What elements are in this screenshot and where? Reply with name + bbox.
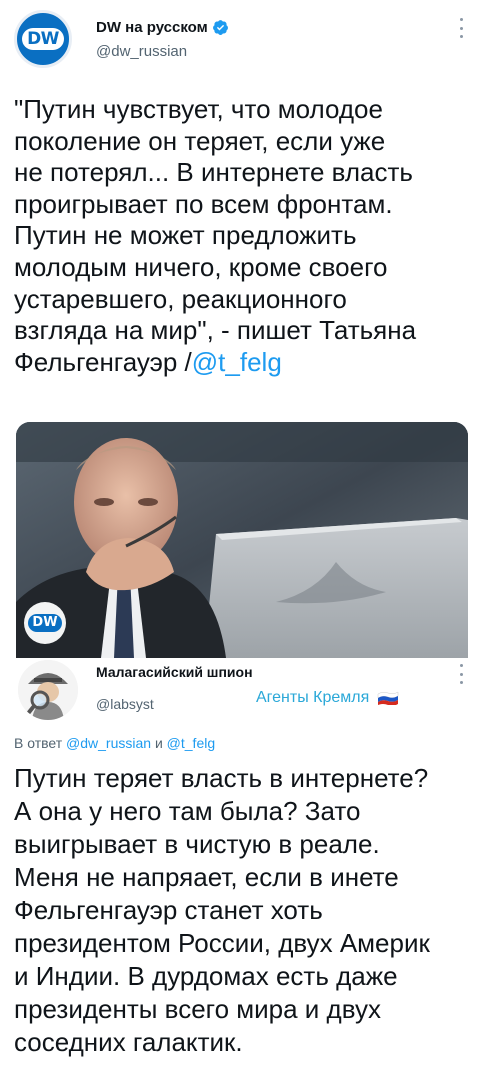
spy-avatar-icon [18,660,78,720]
tweet-text-prefix: Фельгенгауэр / [14,346,192,377]
dw-watermark: DW [24,602,66,644]
tweet-photo[interactable]: DW [16,422,468,658]
mention-link[interactable]: @t_felg [192,347,282,377]
mention-link[interactable]: @t_felg [167,735,215,751]
account-label-text: Агенты Кремля [256,689,370,706]
verified-badge-icon [212,20,228,35]
reply-header: Малагасийский шпион @labsyst Агенты Крем… [14,658,470,724]
avatar[interactable] [18,660,78,720]
dw-watermark-text: DW [28,614,62,632]
author-handle[interactable]: @dw_russian [96,43,187,60]
tweet-text-line: взгляда на мир", - пишет Татьяна [14,315,417,346]
tweet-text: "Путин чувствует, что молодое поколение … [14,94,470,378]
replying-to-prefix: В ответ [14,735,63,751]
tweet-text-line: проигрывает по всем фронтам. [14,188,393,219]
tweet-text-line-last: Фельгенгауэр /@t_felg [14,347,282,377]
author-name-row: DW на русском [96,19,229,36]
more-options-icon[interactable] [452,18,470,38]
reply-author-name[interactable]: Малагасийский шпион [96,664,253,680]
account-label[interactable]: Агенты Кремля [256,689,399,707]
reply-text: Путин теряет власть в интернете? А она у… [14,763,430,1057]
author-display-name[interactable]: DW на русском [96,19,208,36]
mention-link[interactable]: @dw_russian [66,735,151,751]
tweet-text-line: поколение он теряет, если уже [14,125,386,156]
tweet-text-line: молодым ничего, кроме своего [14,251,388,282]
photo-man-at-laptop [16,422,468,658]
avatar[interactable]: DW [14,10,72,68]
tweet-text-line: Путин не может предложить [14,220,357,251]
more-options-icon[interactable] [452,664,470,684]
dw-logo-icon: DW [22,28,64,50]
replying-to: В ответ @dw_russian и @t_felg [14,735,215,751]
tweet-text-line: не потерял... В интернете власть [14,157,413,188]
russia-flag-icon [378,691,399,705]
reply-author-handle[interactable]: @labsyst [96,696,154,712]
tweet-text-line: "Путин чувствует, что молодое [14,94,383,124]
replying-to-and: и [154,735,163,751]
tweet-header: DW DW на русском @dw_russian [14,10,470,70]
tweet-text-line: устаревшего, реакционного [14,283,347,314]
